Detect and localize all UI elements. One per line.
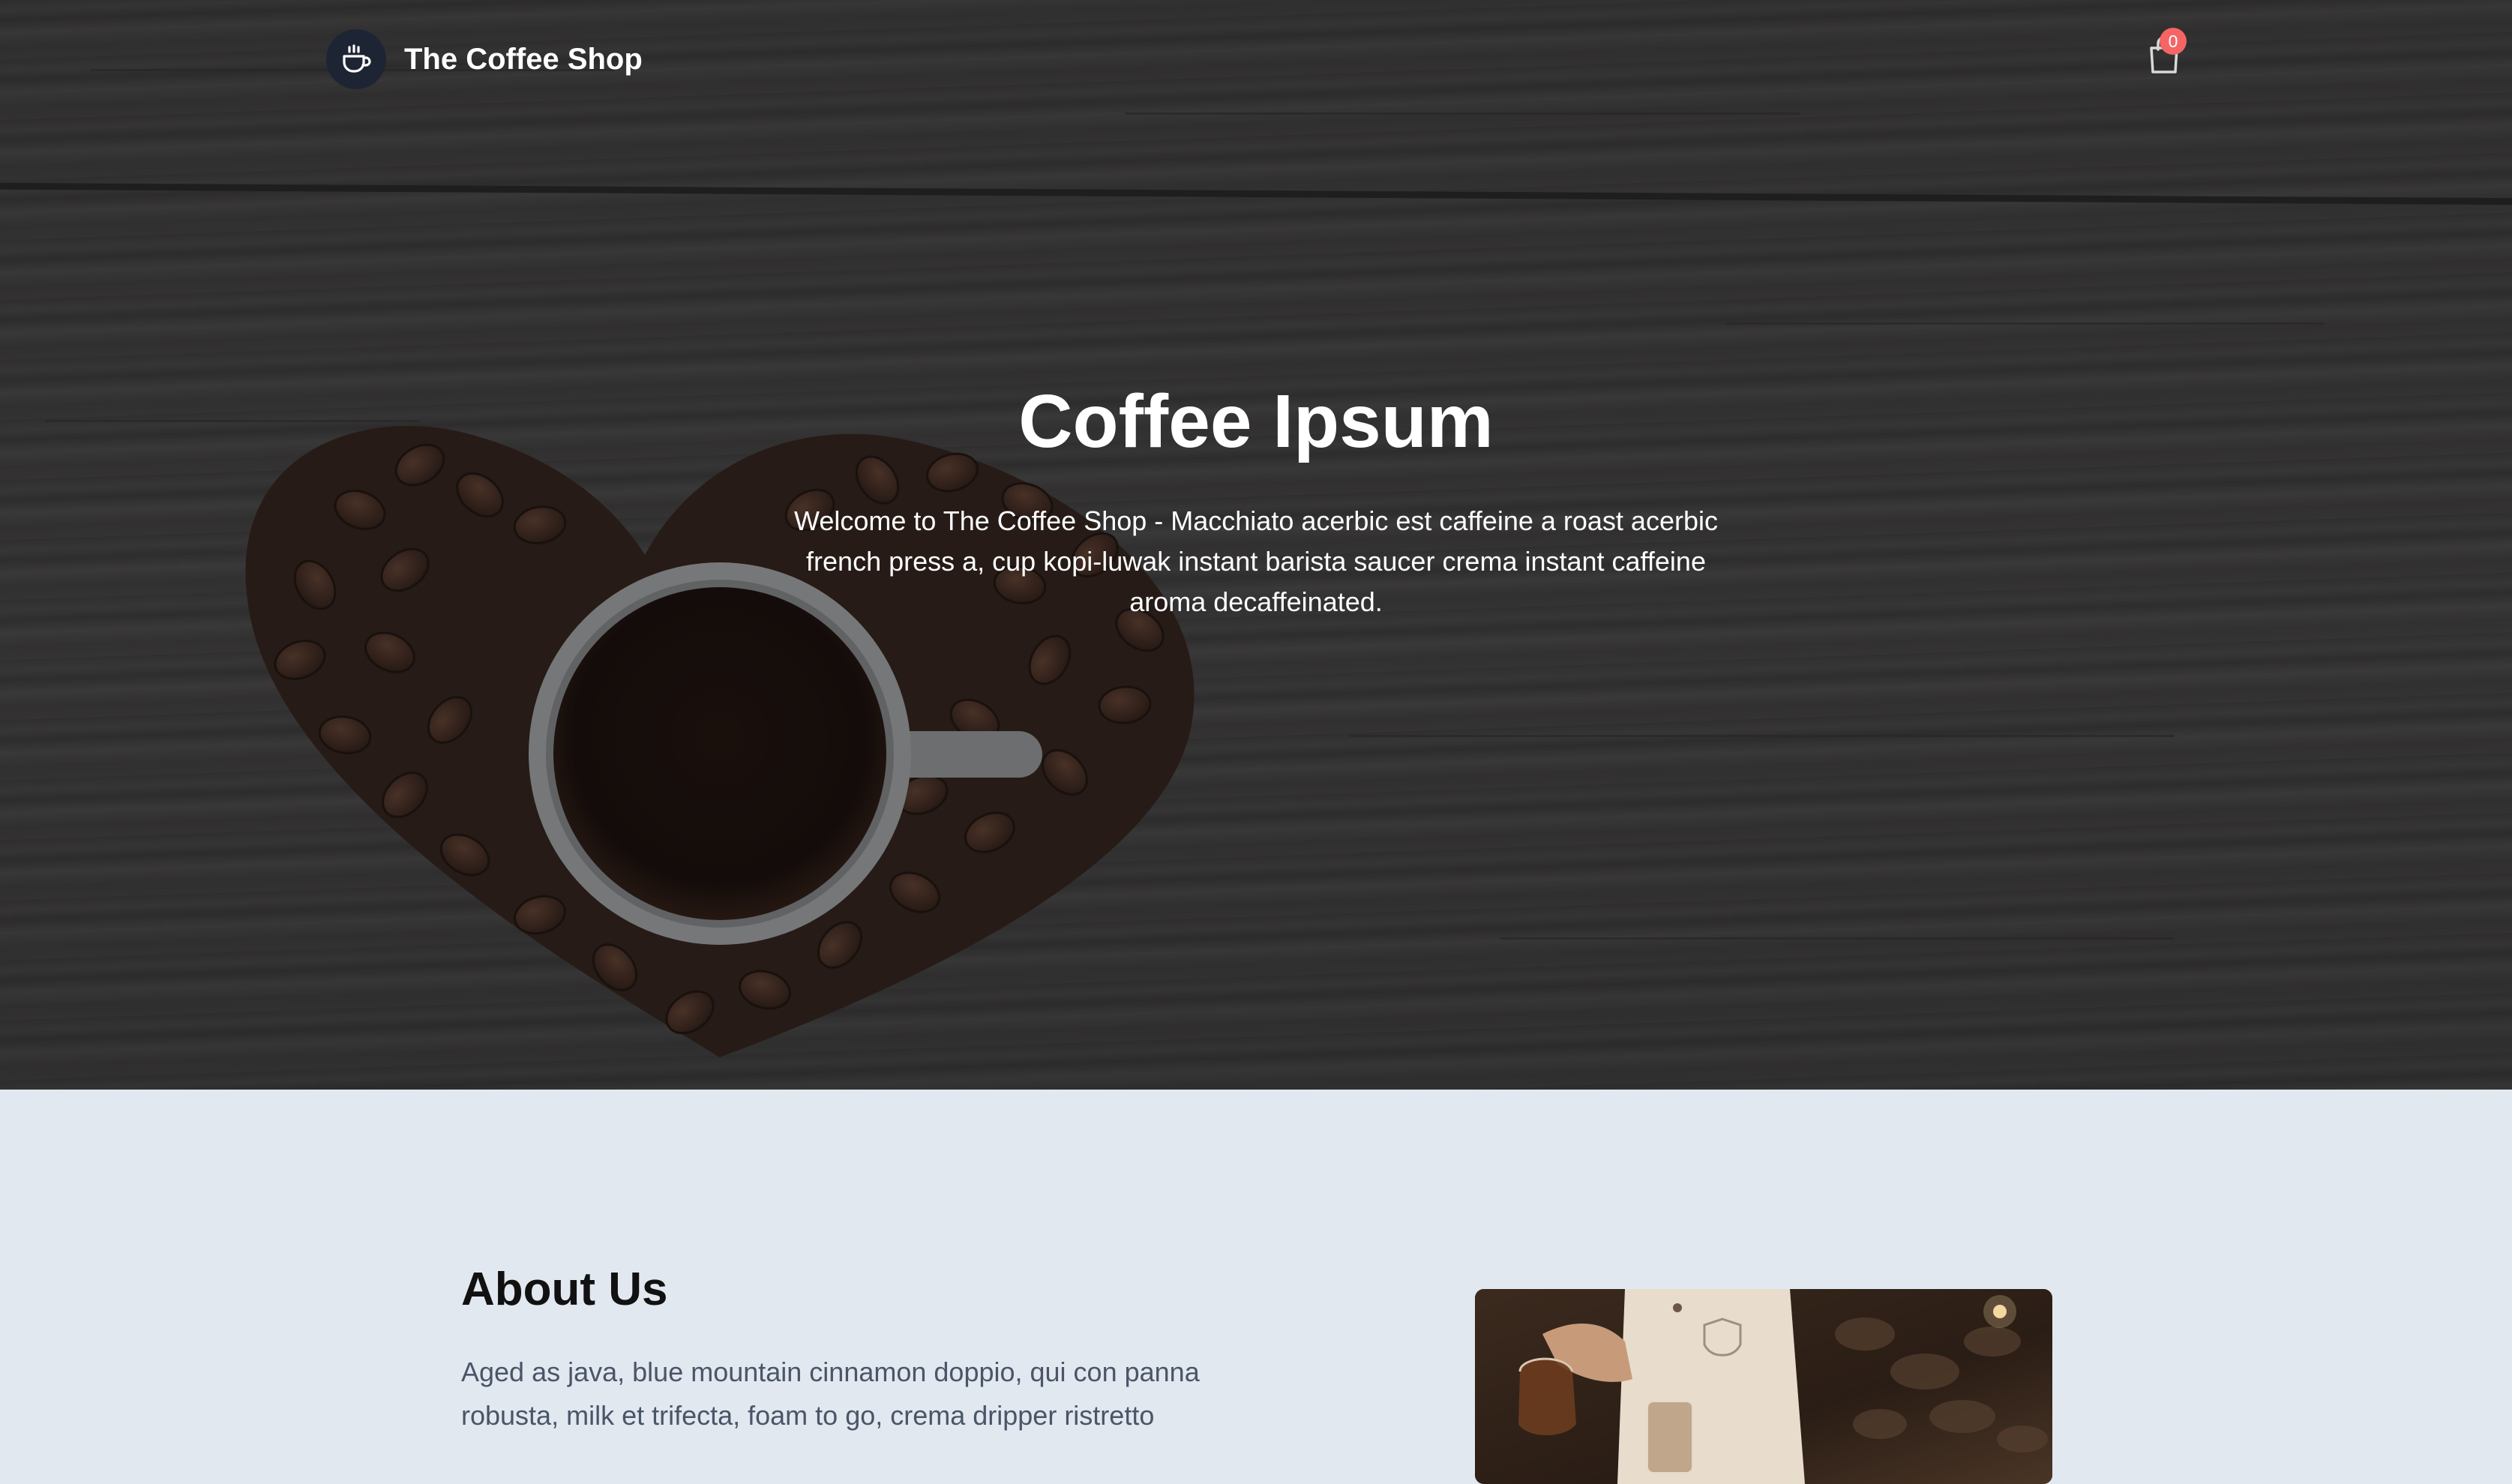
cart-count-badge: 0 — [2160, 28, 2187, 55]
about-title: About Us — [461, 1264, 668, 1315]
coffee-cup-icon — [343, 44, 371, 73]
brand[interactable]: The Coffee Shop — [326, 29, 643, 89]
brand-name[interactable]: The Coffee Shop — [404, 43, 643, 76]
hero-title: Coffee Ipsum — [1018, 379, 1494, 463]
barista-photo-illustration — [1475, 1289, 2052, 1484]
logo-badge[interactable] — [326, 29, 386, 89]
barista-pouring-image — [1475, 1289, 2052, 1484]
hero-description: Welcome to The Coffee Shop - Macchiato a… — [794, 505, 1718, 617]
about-text: Aged as java, blue mountain cinnamon dop… — [461, 1357, 1200, 1431]
hero-section: The Coffee Shop 0 Coffee Ipsum Welcome t… — [0, 0, 2512, 1090]
